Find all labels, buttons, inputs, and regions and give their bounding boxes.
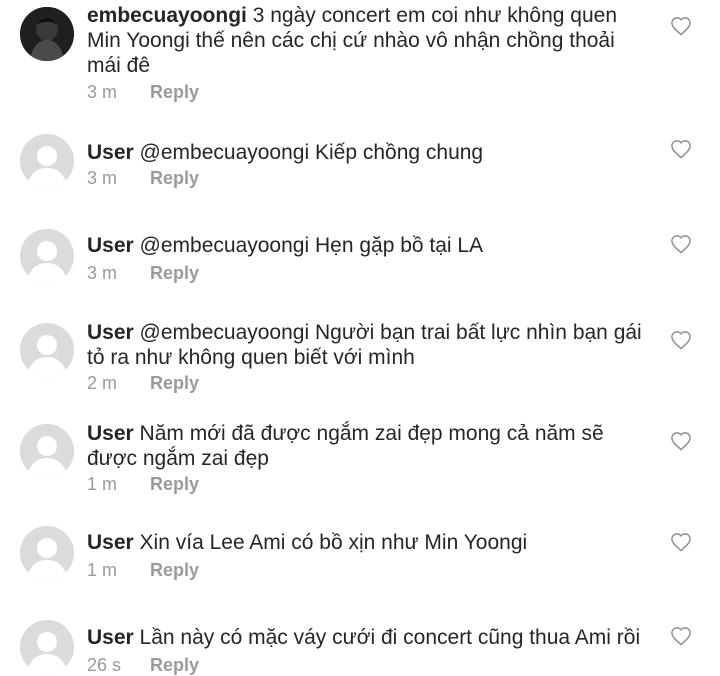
reply-button[interactable]: Reply — [150, 560, 199, 580]
comment-text: User Lần này có mặc váy cưới đi concert … — [87, 625, 647, 650]
comment-meta: 3 m Reply — [87, 82, 199, 103]
reply-button[interactable]: Reply — [150, 474, 199, 494]
comment-body: Năm mới đã được ngắm zai đẹp mong cả năm… — [87, 422, 604, 470]
default-avatar-icon[interactable] — [20, 229, 74, 283]
comment-username[interactable]: embecuayoongi — [87, 4, 247, 27]
heart-outline-icon[interactable] — [670, 234, 692, 254]
comment-meta: 2 m Reply — [87, 373, 199, 394]
heart-outline-icon[interactable] — [670, 330, 692, 350]
heart-outline-icon[interactable] — [670, 139, 692, 159]
comment-username[interactable]: User — [87, 422, 134, 445]
avatar[interactable] — [20, 7, 74, 61]
reply-button[interactable]: Reply — [150, 82, 199, 102]
comment-text: embecuayoongi 3 ngày concert em coi như … — [87, 3, 647, 78]
comment-text: User @embecuayoongi Kiếp chồng chung — [87, 140, 647, 165]
comment-body: @embecuayoongi Kiếp chồng chung — [139, 141, 484, 164]
comment-time: 2 m — [87, 373, 118, 393]
comment-body: @embecuayoongi Hẹn gặp bồ tại LA — [139, 234, 484, 257]
comment-body: Lần này có mặc váy cưới đi concert cũng … — [139, 626, 641, 649]
comment-time: 3 m — [87, 263, 118, 283]
comment-meta: 1 m Reply — [87, 560, 199, 581]
comment-time: 26 s — [87, 655, 122, 675]
reply-button[interactable]: Reply — [150, 373, 199, 393]
comment-username[interactable]: User — [87, 531, 134, 554]
comment-time: 1 m — [87, 474, 118, 494]
heart-outline-icon[interactable] — [670, 431, 692, 451]
comment-text: User @embecuayoongi Người bạn trai bất l… — [87, 320, 647, 370]
comment-username[interactable]: User — [87, 234, 134, 257]
comment-username[interactable]: User — [87, 626, 134, 649]
comment-time: 3 m — [87, 82, 118, 102]
comment-body: @embecuayoongi Người bạn trai bất lực nh… — [87, 321, 642, 369]
comment-meta: 3 m Reply — [87, 263, 199, 284]
comment-time: 1 m — [87, 560, 118, 580]
default-avatar-icon[interactable] — [20, 134, 74, 188]
reply-button[interactable]: Reply — [150, 263, 199, 283]
reply-button[interactable]: Reply — [150, 655, 199, 675]
comment-username[interactable]: User — [87, 141, 134, 164]
comment-text: User @embecuayoongi Hẹn gặp bồ tại LA — [87, 233, 647, 258]
default-avatar-icon[interactable] — [20, 620, 74, 674]
heart-outline-icon[interactable] — [670, 626, 692, 646]
comment-meta: 26 s Reply — [87, 655, 199, 676]
default-avatar-icon[interactable] — [20, 526, 74, 580]
comment-body: Xin vía Lee Ami có bồ xịn như Min Yoongi — [139, 531, 528, 554]
comment-text: User Năm mới đã được ngắm zai đẹp mong c… — [87, 421, 647, 471]
reply-button[interactable]: Reply — [150, 168, 199, 188]
comment-time: 3 m — [87, 168, 118, 188]
comment-text: User Xin vía Lee Ami có bồ xịn như Min Y… — [87, 530, 647, 555]
comment-meta: 1 m Reply — [87, 474, 199, 495]
heart-outline-icon[interactable] — [670, 16, 692, 36]
comment-username[interactable]: User — [87, 321, 134, 344]
default-avatar-icon[interactable] — [20, 424, 74, 478]
comment-meta: 3 m Reply — [87, 168, 199, 189]
default-avatar-icon[interactable] — [20, 323, 74, 377]
heart-outline-icon[interactable] — [670, 532, 692, 552]
